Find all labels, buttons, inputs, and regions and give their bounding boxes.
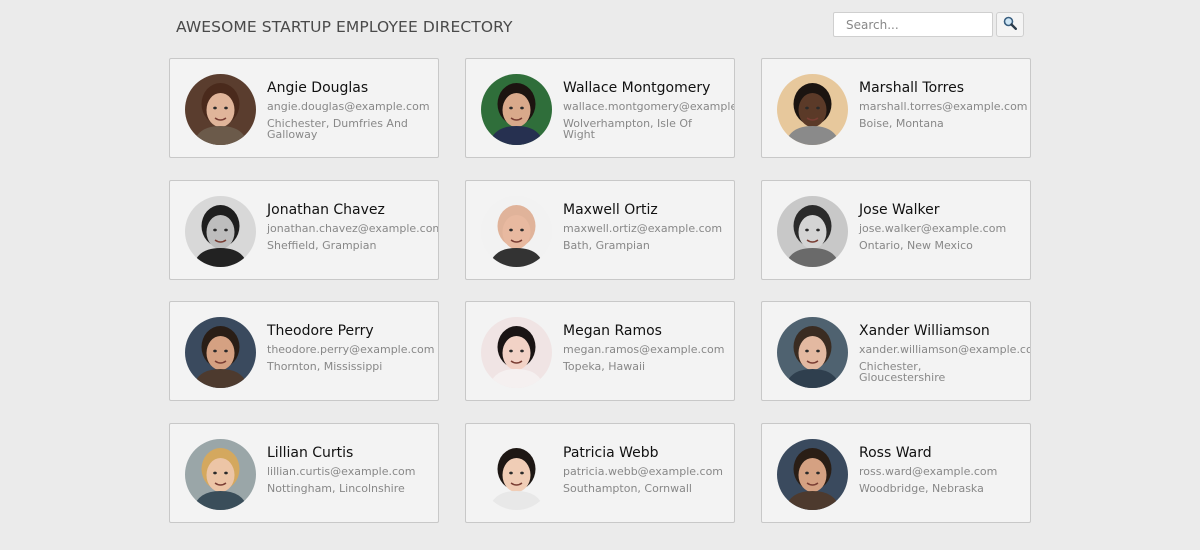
employee-location: Nottingham, Lincolnshire bbox=[267, 482, 405, 495]
employee-location: Ontario, New Mexico bbox=[859, 239, 973, 252]
employee-name: Jose Walker bbox=[859, 202, 940, 218]
employee-card[interactable]: Megan Ramos megan.ramos@example.com Topeka… bbox=[465, 301, 735, 401]
employee-card[interactable]: Xander Williamson xander.williamson@examp… bbox=[761, 301, 1031, 401]
employee-name: Jonathan Chavez bbox=[267, 202, 385, 218]
employee-card[interactable]: Lillian Curtis lillian.curtis@example.com… bbox=[169, 423, 439, 523]
avatar bbox=[777, 196, 848, 267]
employee-info: Jose Walker jose.walker@example.com Ontari… bbox=[859, 201, 1030, 251]
employee-card[interactable]: Wallace Montgomery wallace.montgomery@exa… bbox=[465, 58, 735, 158]
avatar bbox=[777, 74, 848, 145]
employee-email: xander.williamson@example.com bbox=[859, 343, 1031, 356]
avatar bbox=[185, 74, 256, 145]
employee-location: Boise, Montana bbox=[859, 117, 944, 130]
employee-name: Patricia Webb bbox=[563, 445, 659, 461]
employee-email: theodore.perry@example.com bbox=[267, 343, 435, 356]
employee-name: Theodore Perry bbox=[267, 323, 374, 339]
employee-card[interactable]: Jose Walker jose.walker@example.com Ontari… bbox=[761, 180, 1031, 280]
employee-email: marshall.torres@example.com bbox=[859, 100, 1028, 113]
employee-name: Xander Williamson bbox=[859, 323, 990, 339]
employee-location: Chichester, Gloucestershire bbox=[859, 360, 946, 384]
employee-name: Marshall Torres bbox=[859, 80, 964, 96]
avatar bbox=[777, 439, 848, 510]
employee-location: Chichester, Dumfries And Galloway bbox=[267, 117, 408, 141]
employee-card[interactable]: Maxwell Ortiz maxwell.ortiz@example.com Ba… bbox=[465, 180, 735, 280]
employee-location: Sheffield, Grampian bbox=[267, 239, 377, 252]
employee-name: Maxwell Ortiz bbox=[563, 202, 658, 218]
employee-name: Lillian Curtis bbox=[267, 445, 354, 461]
avatar bbox=[185, 439, 256, 510]
avatar bbox=[777, 317, 848, 388]
employee-location: Wolverhampton, Isle Of Wight bbox=[563, 117, 692, 141]
employee-name: Angie Douglas bbox=[267, 80, 369, 96]
search-input[interactable] bbox=[833, 12, 993, 37]
employee-email: maxwell.ortiz@example.com bbox=[563, 222, 723, 235]
avatar bbox=[481, 317, 552, 388]
search-form bbox=[833, 12, 1025, 37]
avatar bbox=[185, 196, 256, 267]
employee-location: Bath, Grampian bbox=[563, 239, 650, 252]
avatar bbox=[481, 196, 552, 267]
avatar bbox=[481, 74, 552, 145]
employee-card[interactable]: Ross Ward ross.ward@example.com Woodbridge… bbox=[761, 423, 1031, 523]
employee-email: jose.walker@example.com bbox=[859, 222, 1007, 235]
employee-email: megan.ramos@example.com bbox=[563, 343, 725, 356]
employee-email: jonathan.chavez@example.com bbox=[267, 222, 439, 235]
employee-email: lillian.curtis@example.com bbox=[267, 465, 416, 478]
employee-card[interactable]: Angie Douglas angie.douglas@example.com Ch… bbox=[169, 58, 439, 158]
employee-email: angie.douglas@example.com bbox=[267, 100, 430, 113]
employee-directory-page: AWESOME STARTUP EMPLOYEE DIRECTORY Angie… bbox=[0, 0, 1200, 550]
employee-info: Theodore Perry theodore.perry@example.com… bbox=[267, 322, 438, 372]
employee-info: Jonathan Chavez jonathan.chavez@example.c… bbox=[267, 201, 438, 251]
avatar bbox=[185, 317, 256, 388]
employee-card[interactable]: Marshall Torres marshall.torres@example.c… bbox=[761, 58, 1031, 158]
employee-info: Lillian Curtis lillian.curtis@example.com… bbox=[267, 444, 438, 494]
employee-name: Ross Ward bbox=[859, 445, 932, 461]
employee-location: Southampton, Cornwall bbox=[563, 482, 692, 495]
employee-email: wallace.montgomery@example.com bbox=[563, 100, 735, 113]
employee-name: Megan Ramos bbox=[563, 323, 662, 339]
employee-info: Megan Ramos megan.ramos@example.com Topeka… bbox=[563, 322, 734, 372]
employee-info: Angie Douglas angie.douglas@example.com Ch… bbox=[267, 79, 438, 140]
employee-info: Xander Williamson xander.williamson@examp… bbox=[859, 322, 1030, 383]
employee-card[interactable]: Patricia Webb patricia.webb@example.com So… bbox=[465, 423, 735, 523]
employee-location: Thornton, Mississippi bbox=[267, 360, 383, 373]
employee-email: ross.ward@example.com bbox=[859, 465, 998, 478]
magnifier-icon bbox=[1003, 16, 1018, 33]
employee-location: Woodbridge, Nebraska bbox=[859, 482, 984, 495]
page-title: AWESOME STARTUP EMPLOYEE DIRECTORY bbox=[176, 18, 513, 36]
employee-info: Marshall Torres marshall.torres@example.c… bbox=[859, 79, 1030, 129]
employee-card[interactable]: Theodore Perry theodore.perry@example.com… bbox=[169, 301, 439, 401]
employee-info: Maxwell Ortiz maxwell.ortiz@example.com Ba… bbox=[563, 201, 734, 251]
employee-info: Ross Ward ross.ward@example.com Woodbridge… bbox=[859, 444, 1030, 494]
employee-email: patricia.webb@example.com bbox=[563, 465, 724, 478]
avatar bbox=[481, 439, 552, 510]
employee-info: Patricia Webb patricia.webb@example.com So… bbox=[563, 444, 734, 494]
search-button[interactable] bbox=[996, 12, 1024, 37]
employee-location: Topeka, Hawaii bbox=[563, 360, 646, 373]
employee-name: Wallace Montgomery bbox=[563, 80, 711, 96]
employee-card[interactable]: Jonathan Chavez jonathan.chavez@example.c… bbox=[169, 180, 439, 280]
employee-info: Wallace Montgomery wallace.montgomery@exa… bbox=[563, 79, 734, 140]
